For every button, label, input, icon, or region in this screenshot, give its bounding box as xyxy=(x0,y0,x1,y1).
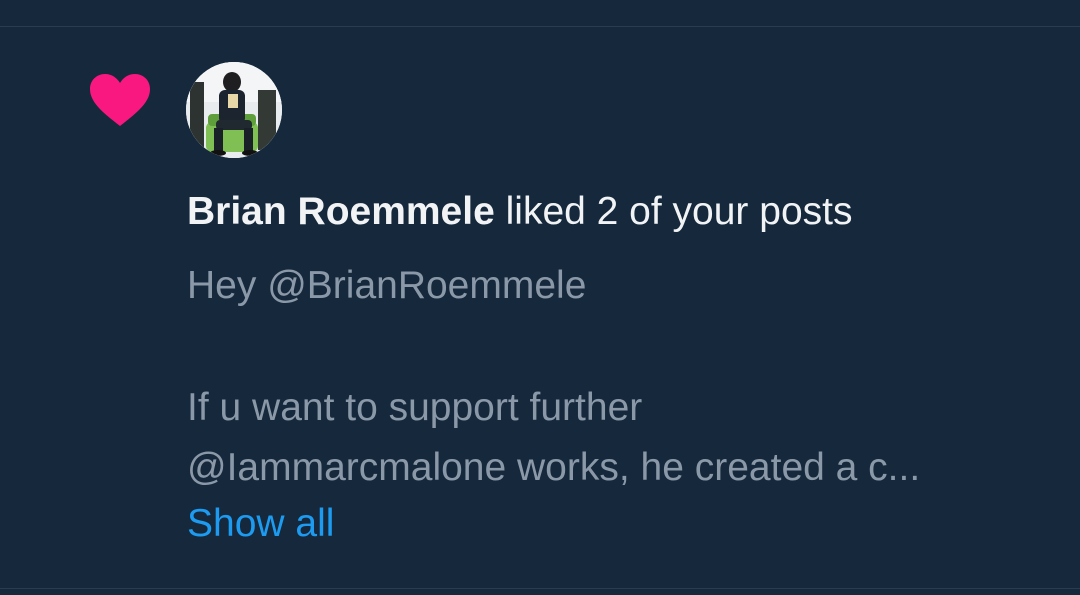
post-preview-line: @Iammarcmalone works, he created a c... xyxy=(187,446,921,489)
bottom-divider xyxy=(0,588,1080,589)
show-all-link[interactable]: Show all xyxy=(187,500,334,548)
avatar[interactable] xyxy=(186,62,282,158)
post-preview-line: Hey @BrianRoemmele xyxy=(187,264,587,307)
heart-icon xyxy=(90,74,150,126)
action-text: liked 2 of your posts xyxy=(494,190,853,233)
post-preview-line: If u want to support further xyxy=(187,386,643,429)
notification-title: Brian Roemmele liked 2 of your posts xyxy=(187,188,852,236)
user-name[interactable]: Brian Roemmele xyxy=(187,190,495,233)
post-preview-gap xyxy=(187,316,1057,378)
avatar-photo xyxy=(186,62,282,158)
post-preview[interactable]: Hey @BrianRoemmele If u want to support … xyxy=(187,256,1057,498)
